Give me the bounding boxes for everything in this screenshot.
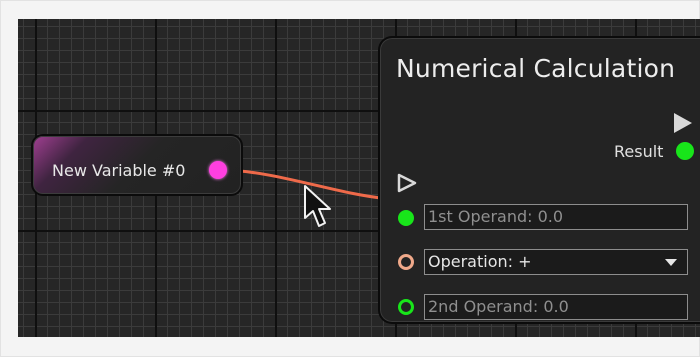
first-operand-port[interactable] bbox=[398, 210, 414, 226]
numerical-calculation-node[interactable]: Numerical Calculation Result 1st Operand… bbox=[378, 36, 700, 324]
screenshot-frame: New Variable #0 Numerical Calculation Re… bbox=[0, 0, 700, 357]
variable-node-label: New Variable #0 bbox=[52, 161, 186, 180]
exec-input-icon[interactable] bbox=[397, 173, 419, 193]
exec-output-icon[interactable] bbox=[674, 113, 692, 133]
result-output-port[interactable] bbox=[676, 142, 694, 160]
operation-dropdown-label: Operation: + bbox=[428, 252, 532, 271]
operation-dropdown[interactable]: Operation: + bbox=[424, 249, 688, 275]
variable-node[interactable]: New Variable #0 bbox=[31, 134, 243, 196]
variable-output-port[interactable] bbox=[209, 161, 227, 179]
chevron-down-icon bbox=[665, 259, 677, 266]
second-operand-field[interactable]: 2nd Operand: 0.0 bbox=[424, 294, 688, 320]
result-label: Result bbox=[614, 142, 664, 161]
node-graph-canvas[interactable]: New Variable #0 Numerical Calculation Re… bbox=[18, 19, 700, 337]
operation-port[interactable] bbox=[398, 254, 414, 270]
mouse-pointer-icon bbox=[304, 185, 331, 227]
first-operand-field[interactable]: 1st Operand: 0.0 bbox=[424, 204, 688, 230]
node-title: Numerical Calculation bbox=[396, 54, 676, 83]
second-operand-port[interactable] bbox=[398, 299, 414, 315]
